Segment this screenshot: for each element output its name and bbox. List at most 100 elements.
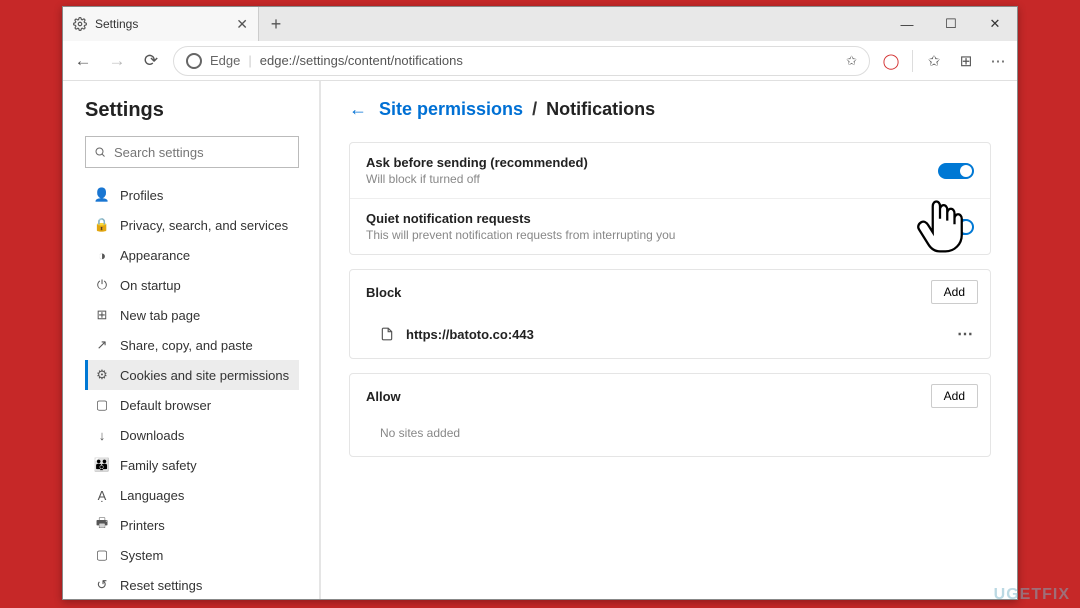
ask-before-sending-toggle[interactable] xyxy=(938,163,974,179)
edge-icon xyxy=(186,53,202,69)
sidebar-item-label: Profiles xyxy=(120,188,163,203)
family-icon: 👪 xyxy=(94,457,110,473)
sidebar-item-family[interactable]: 👪 Family safety xyxy=(85,450,299,480)
address-separator: | xyxy=(248,53,251,68)
sidebar-item-languages[interactable]: ẠLanguages xyxy=(85,480,299,510)
forward-button[interactable]: → xyxy=(105,51,129,71)
sidebar-item-appearance[interactable]: ◑ Appearance xyxy=(85,240,299,270)
extension-opera-icon[interactable]: ◯ xyxy=(880,52,902,70)
toolbar-separator xyxy=(912,50,913,72)
sidebar-item-label: Cookies and site permissions xyxy=(120,368,289,383)
sidebar-item-downloads[interactable]: ↓Downloads xyxy=(85,420,299,450)
newtab-icon: ⊞ xyxy=(94,307,110,323)
blocked-site-row: https://batoto.co:443 ⋯ xyxy=(350,314,990,358)
sidebar-item-label: Languages xyxy=(120,488,184,503)
sidebar-item-label: On startup xyxy=(120,278,181,293)
breadcrumb-current: Notifications xyxy=(546,99,655,119)
sidebar-item-privacy[interactable]: 🔒 Privacy, search, and services xyxy=(85,210,299,240)
sidebar-item-label: Privacy, search, and services xyxy=(120,218,288,233)
sidebar-item-label: Appearance xyxy=(120,248,190,263)
address-url: edge://settings/content/notifications xyxy=(260,53,463,68)
breadcrumb-separator: / xyxy=(532,99,537,119)
setting-title: Quiet notification requests xyxy=(366,211,938,226)
sidebar-item-label: Share, copy, and paste xyxy=(120,338,253,353)
sidebar-item-label: Printers xyxy=(120,518,165,533)
setting-title: Ask before sending (recommended) xyxy=(366,155,938,170)
more-menu-icon[interactable]: ⋯ xyxy=(987,52,1009,70)
sidebar-item-printers[interactable]: 🖶 Printers xyxy=(85,510,299,540)
window-controls: — ☐ ✕ xyxy=(885,7,1017,41)
block-section-card: Block Add https://batoto.co:443 ⋯ xyxy=(349,269,991,359)
block-section-header: Block Add xyxy=(350,270,990,314)
browser-window: Settings ✕ + — ☐ ✕ ← → ⟳ Edge | edge://s… xyxy=(62,6,1018,600)
breadcrumb-link[interactable]: Site permissions xyxy=(379,99,523,119)
sidebar-item-newtab[interactable]: ⊞ New tab page xyxy=(85,300,299,330)
sidebar-item-share[interactable]: ↗ Share, copy, and paste xyxy=(85,330,299,360)
sidebar-item-system[interactable]: ▢ System xyxy=(85,540,299,570)
titlebar: Settings ✕ + — ☐ ✕ xyxy=(63,7,1017,41)
content-area: Settings 👤 Profiles 🔒 Privacy, search, and… xyxy=(63,81,1017,599)
allow-empty-text: No sites added xyxy=(350,418,990,456)
sidebar-item-startup[interactable]: ⏻ On startup xyxy=(85,270,299,300)
ask-before-sending-row: Ask before sending (recommended) Will bl… xyxy=(350,143,990,198)
browser-toolbar: ← → ⟳ Edge | edge://settings/content/not… xyxy=(63,41,1017,81)
settings-main: ← Site permissions / Notifications Ask b… xyxy=(321,81,1017,599)
watermark: UGETFIX xyxy=(994,586,1070,604)
setting-desc: This will prevent notification requests … xyxy=(366,228,938,242)
sidebar-item-label: System xyxy=(120,548,163,563)
sidebar-item-label: Family safety xyxy=(120,458,197,473)
browser-tab[interactable]: Settings ✕ xyxy=(63,7,259,41)
refresh-button[interactable]: ⟳ xyxy=(139,51,163,71)
download-icon: ↓ xyxy=(94,427,110,443)
search-icon xyxy=(94,145,106,159)
close-window-button[interactable]: ✕ xyxy=(973,7,1017,41)
sidebar-item-label: Default browser xyxy=(120,398,211,413)
address-label: Edge xyxy=(210,53,240,68)
toggle-settings-card: Ask before sending (recommended) Will bl… xyxy=(349,142,991,255)
sidebar-item-default-browser[interactable]: ▢ Default browser xyxy=(85,390,299,420)
blocked-site-url: https://batoto.co:443 xyxy=(406,327,534,342)
sidebar-item-cookies[interactable]: ⚙ Cookies and site permissions xyxy=(85,360,299,390)
close-tab-icon[interactable]: ✕ xyxy=(236,16,248,33)
browser-icon: ▢ xyxy=(94,397,110,413)
collections-icon[interactable]: ⊞ xyxy=(955,52,977,70)
search-settings-input[interactable] xyxy=(114,145,290,160)
back-button[interactable]: ← xyxy=(71,51,95,71)
appearance-icon: ◑ xyxy=(94,247,110,263)
sidebar-item-reset[interactable]: ↺Reset settings xyxy=(85,570,299,599)
site-more-icon[interactable]: ⋯ xyxy=(957,324,974,344)
sidebar-item-profiles[interactable]: 👤 Profiles xyxy=(85,180,299,210)
setting-desc: Will block if turned off xyxy=(366,172,938,186)
block-add-button[interactable]: Add xyxy=(931,280,978,304)
settings-sidebar: Settings 👤 Profiles 🔒 Privacy, search, and… xyxy=(63,81,321,599)
favorite-star-icon[interactable]: ✩ xyxy=(846,53,857,69)
share-icon: ↗ xyxy=(94,337,110,353)
settings-menu: 👤 Profiles 🔒 Privacy, search, and services… xyxy=(85,180,299,599)
allow-title: Allow xyxy=(366,389,401,404)
power-icon: ⏻ xyxy=(94,277,110,293)
maximize-button[interactable]: ☐ xyxy=(929,7,973,41)
quiet-notification-toggle[interactable] xyxy=(938,219,974,235)
breadcrumb: Site permissions / Notifications xyxy=(379,99,655,120)
favorites-icon[interactable]: ✩ xyxy=(923,52,945,70)
new-tab-button[interactable]: + xyxy=(259,7,293,41)
system-icon: ▢ xyxy=(94,547,110,563)
search-settings-box[interactable] xyxy=(85,136,299,168)
document-icon xyxy=(380,327,394,341)
quiet-notification-row: Quiet notification requests This will pr… xyxy=(350,198,990,254)
block-title: Block xyxy=(366,285,401,300)
breadcrumb-back-icon[interactable]: ← xyxy=(349,99,367,120)
lock-icon: 🔒 xyxy=(94,217,110,233)
sidebar-item-label: New tab page xyxy=(120,308,200,323)
page-header: ← Site permissions / Notifications xyxy=(349,99,991,120)
gear-icon xyxy=(73,17,87,31)
cookies-icon: ⚙ xyxy=(94,367,110,383)
allow-add-button[interactable]: Add xyxy=(931,384,978,408)
address-bar[interactable]: Edge | edge://settings/content/notificat… xyxy=(173,46,870,76)
minimize-button[interactable]: — xyxy=(885,7,929,41)
sidebar-title: Settings xyxy=(85,99,299,122)
allow-section-card: Allow Add No sites added xyxy=(349,373,991,457)
allow-section-header: Allow Add xyxy=(350,374,990,418)
printer-icon: 🖶 xyxy=(94,517,110,533)
profile-icon: 👤 xyxy=(94,187,110,203)
